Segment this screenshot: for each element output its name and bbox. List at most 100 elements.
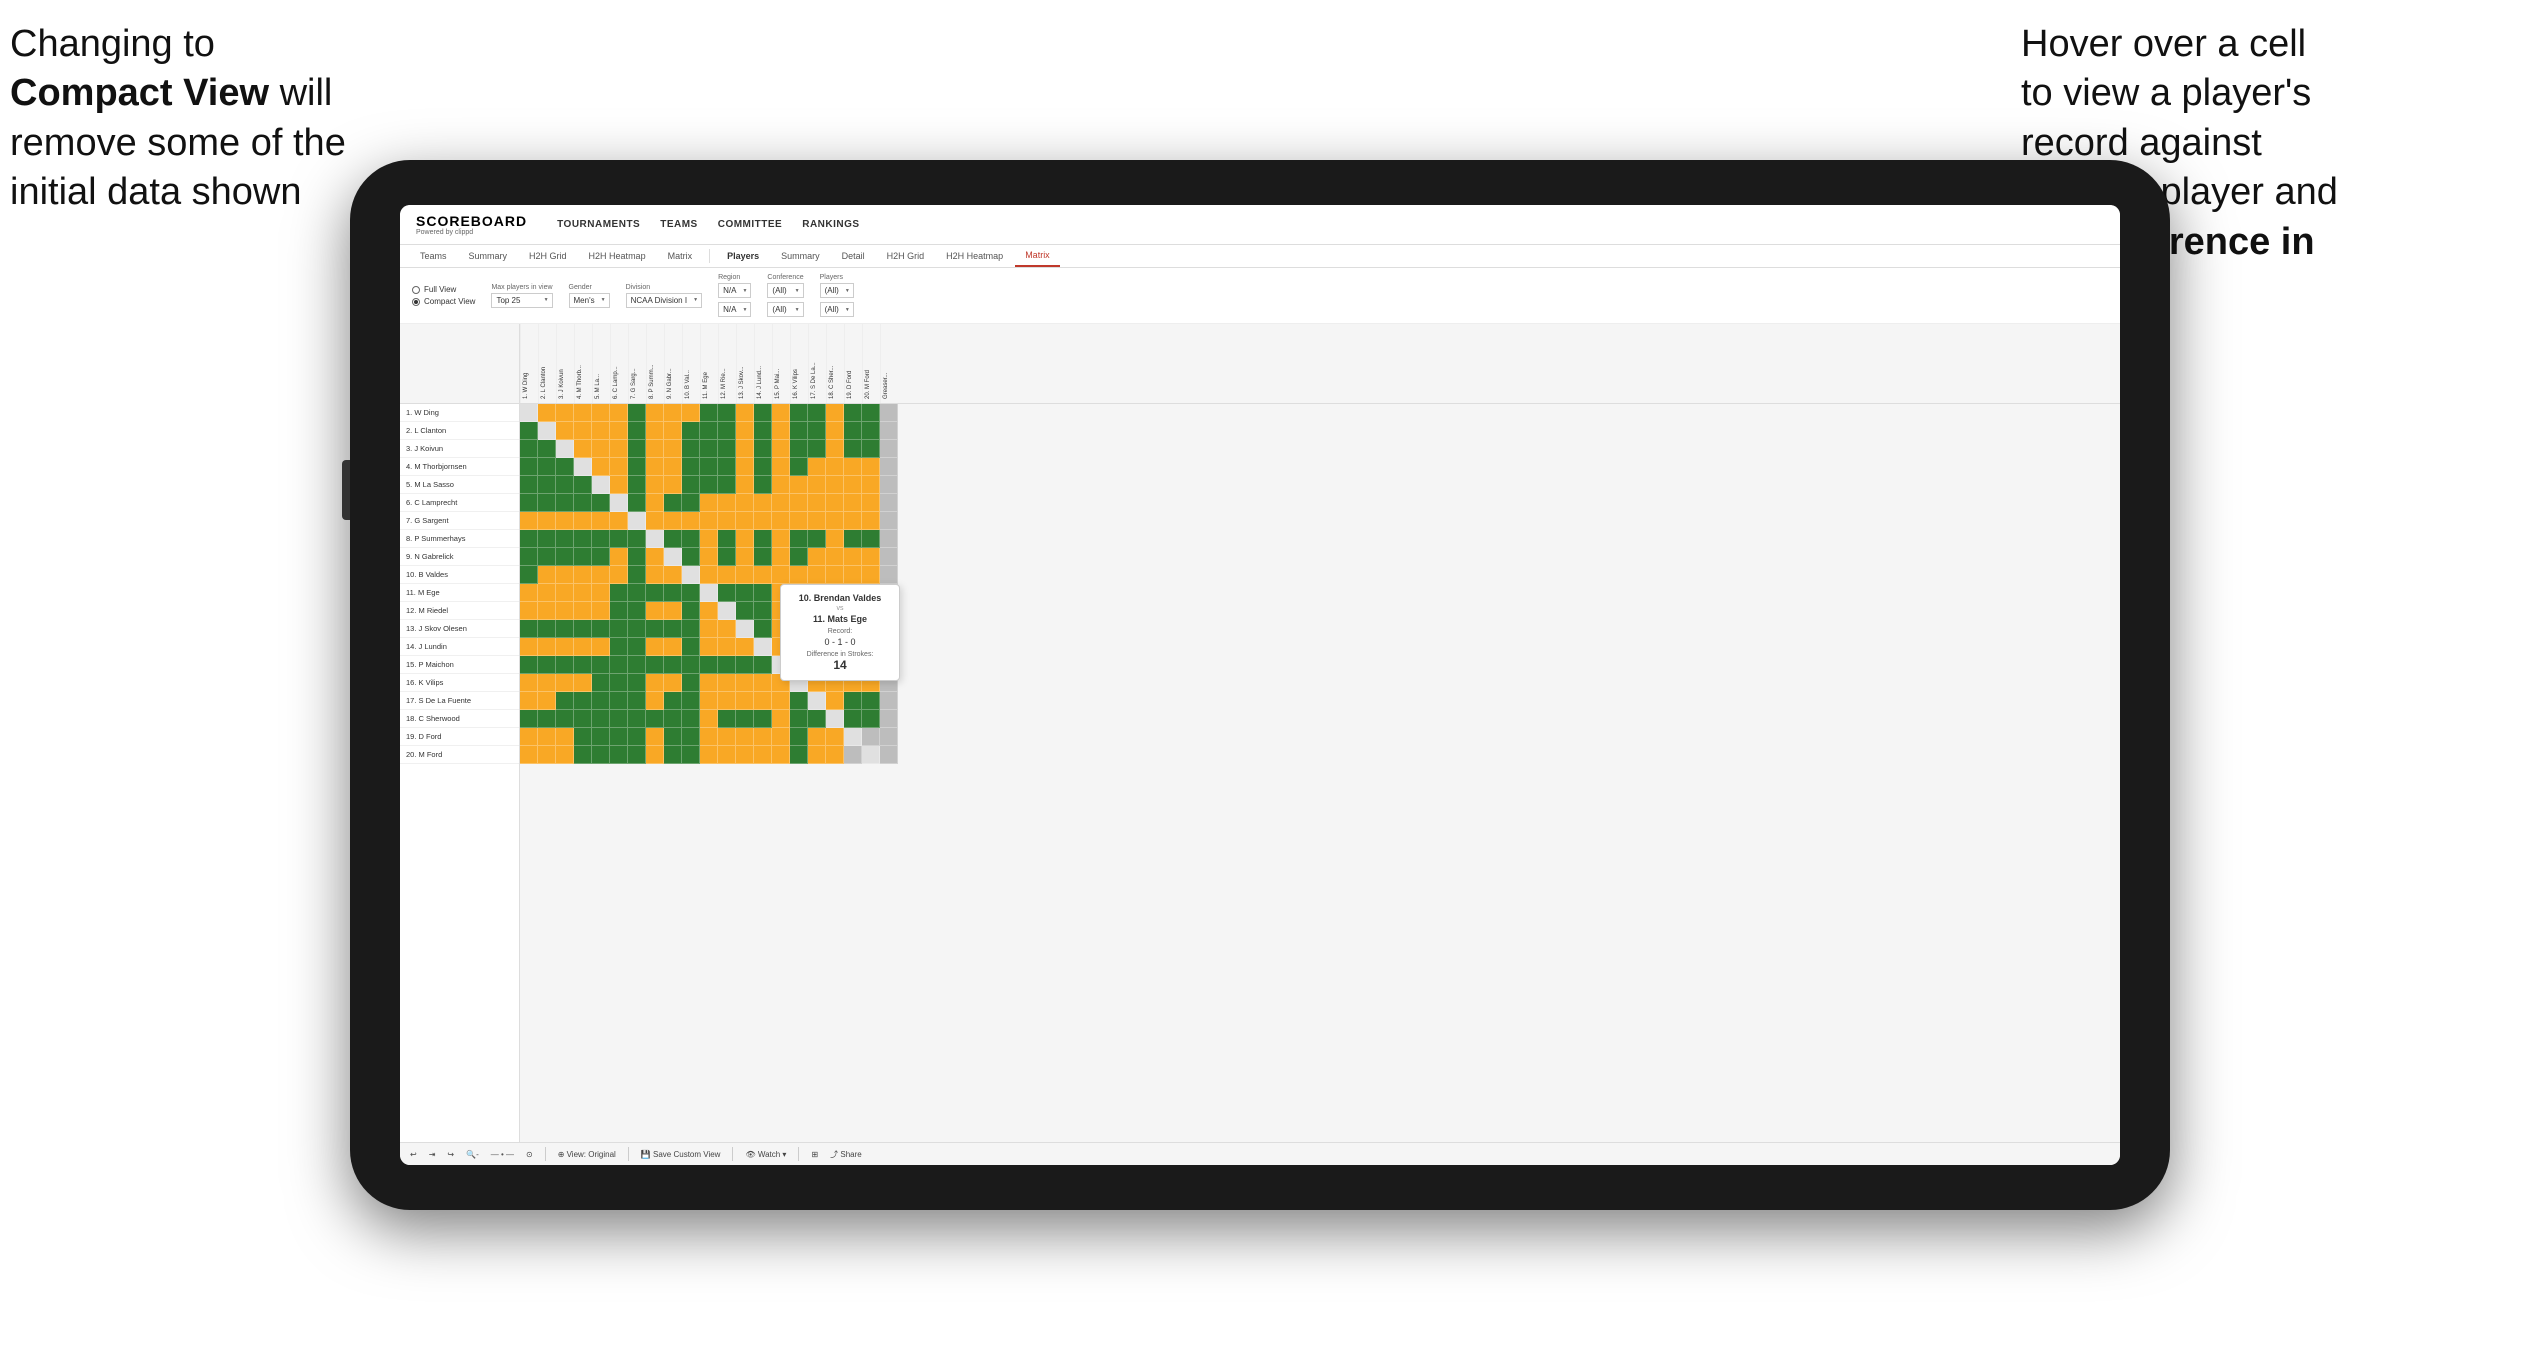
cell-15-8[interactable] [664, 674, 682, 692]
cell-12-0[interactable] [520, 620, 538, 638]
cell-6-15[interactable] [790, 512, 808, 530]
cell-5-12[interactable] [736, 494, 754, 512]
cell-5-7[interactable] [646, 494, 664, 512]
cell-11-7[interactable] [646, 602, 664, 620]
cell-1-19[interactable] [862, 422, 880, 440]
cell-15-11[interactable] [718, 674, 736, 692]
region-select-2[interactable]: N/A [718, 302, 751, 317]
tab-h2h-heatmap-1[interactable]: H2H Heatmap [579, 246, 656, 266]
cell-4-3[interactable] [574, 476, 592, 494]
cell-9-12[interactable] [736, 566, 754, 584]
cell-8-1[interactable] [538, 548, 556, 566]
cell-12-11[interactable] [718, 620, 736, 638]
cell-16-12[interactable] [736, 692, 754, 710]
cell-11-3[interactable] [574, 602, 592, 620]
cell-2-5[interactable] [610, 440, 628, 458]
cell-17-1[interactable] [538, 710, 556, 728]
cell-4-14[interactable] [772, 476, 790, 494]
cell-18-14[interactable] [772, 728, 790, 746]
cell-16-10[interactable] [700, 692, 718, 710]
cell-19-19[interactable] [862, 746, 880, 764]
view-original-btn[interactable]: ⊕ View: Original [558, 1150, 616, 1159]
cell-12-5[interactable] [610, 620, 628, 638]
grid-btn[interactable]: ⊞ [811, 1150, 818, 1159]
cell-17-12[interactable] [736, 710, 754, 728]
cell-19-3[interactable] [574, 746, 592, 764]
cell-12-2[interactable] [556, 620, 574, 638]
cell-2-15[interactable] [790, 440, 808, 458]
cell-16-17[interactable] [826, 692, 844, 710]
cell-12-12[interactable] [736, 620, 754, 638]
tab-teams[interactable]: Teams [410, 246, 457, 266]
cell-11-10[interactable] [700, 602, 718, 620]
cell-0-13[interactable] [754, 404, 772, 422]
cell-16-15[interactable] [790, 692, 808, 710]
cell-3-11[interactable] [718, 458, 736, 476]
cell-19-16[interactable] [808, 746, 826, 764]
cell-7-3[interactable] [574, 530, 592, 548]
players-select-1[interactable]: (All) [820, 283, 854, 298]
max-players-select[interactable]: Top 25 [491, 293, 552, 308]
cell-9-11[interactable] [718, 566, 736, 584]
cell-6-2[interactable] [556, 512, 574, 530]
cell-8-20[interactable] [880, 548, 898, 566]
cell-9-1[interactable] [538, 566, 556, 584]
undo-btn[interactable]: ↩ [410, 1150, 417, 1159]
cell-6-14[interactable] [772, 512, 790, 530]
cell-16-19[interactable] [862, 692, 880, 710]
cell-19-12[interactable] [736, 746, 754, 764]
cell-4-0[interactable] [520, 476, 538, 494]
cell-13-9[interactable] [682, 638, 700, 656]
cell-7-17[interactable] [826, 530, 844, 548]
cell-5-0[interactable] [520, 494, 538, 512]
forward-btn[interactable]: ⇥ [429, 1150, 436, 1159]
cell-8-11[interactable] [718, 548, 736, 566]
cell-11-12[interactable] [736, 602, 754, 620]
cell-4-16[interactable] [808, 476, 826, 494]
cell-17-8[interactable] [664, 710, 682, 728]
cell-9-2[interactable] [556, 566, 574, 584]
cell-2-12[interactable] [736, 440, 754, 458]
redo-btn[interactable]: ↪ [447, 1150, 454, 1159]
cell-1-1[interactable] [538, 422, 556, 440]
cell-19-20[interactable] [880, 746, 898, 764]
cell-1-3[interactable] [574, 422, 592, 440]
cell-2-20[interactable] [880, 440, 898, 458]
cell-18-0[interactable] [520, 728, 538, 746]
cell-1-4[interactable] [592, 422, 610, 440]
cell-6-18[interactable] [844, 512, 862, 530]
cell-9-17[interactable] [826, 566, 844, 584]
cell-7-9[interactable] [682, 530, 700, 548]
cell-18-9[interactable] [682, 728, 700, 746]
cell-3-20[interactable] [880, 458, 898, 476]
cell-13-6[interactable] [628, 638, 646, 656]
cell-10-10[interactable] [700, 584, 718, 602]
cell-3-12[interactable] [736, 458, 754, 476]
cell-1-5[interactable] [610, 422, 628, 440]
cell-8-18[interactable] [844, 548, 862, 566]
cell-0-10[interactable] [700, 404, 718, 422]
cell-19-10[interactable] [700, 746, 718, 764]
cell-18-1[interactable] [538, 728, 556, 746]
cell-3-10[interactable] [700, 458, 718, 476]
cell-0-20[interactable] [880, 404, 898, 422]
cell-19-2[interactable] [556, 746, 574, 764]
cell-0-1[interactable] [538, 404, 556, 422]
cell-6-7[interactable] [646, 512, 664, 530]
tab-h2h-grid-1[interactable]: H2H Grid [519, 246, 577, 266]
cell-18-17[interactable] [826, 728, 844, 746]
cell-8-17[interactable] [826, 548, 844, 566]
cell-5-1[interactable] [538, 494, 556, 512]
cell-17-14[interactable] [772, 710, 790, 728]
cell-12-8[interactable] [664, 620, 682, 638]
cell-13-3[interactable] [574, 638, 592, 656]
cell-4-15[interactable] [790, 476, 808, 494]
cell-5-13[interactable] [754, 494, 772, 512]
cell-5-6[interactable] [628, 494, 646, 512]
cell-1-9[interactable] [682, 422, 700, 440]
cell-9-6[interactable] [628, 566, 646, 584]
tab-detail[interactable]: Detail [832, 246, 875, 266]
cell-13-1[interactable] [538, 638, 556, 656]
cell-19-15[interactable] [790, 746, 808, 764]
cell-11-6[interactable] [628, 602, 646, 620]
